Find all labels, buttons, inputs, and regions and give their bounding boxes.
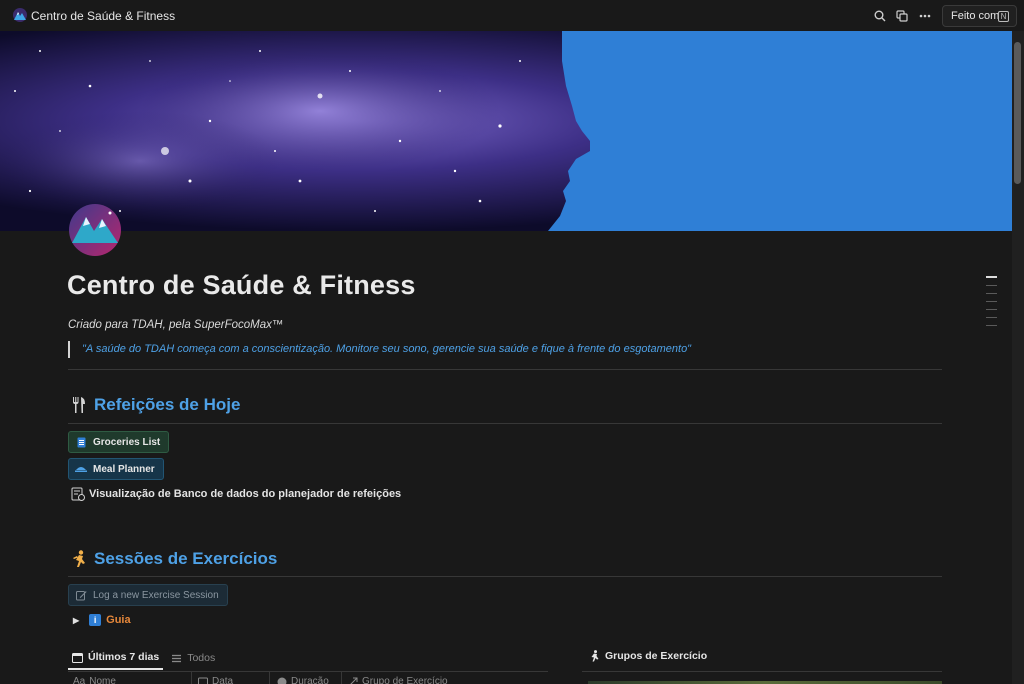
- column-label: Grupo de Exercício: [362, 676, 448, 684]
- exercise-groups-header[interactable]: Grupos de Exercício: [588, 650, 707, 662]
- table-of-contents-indicator[interactable]: [986, 276, 998, 333]
- meals-heading-text: Refeições de Hoje: [94, 395, 241, 414]
- clock-icon: [277, 677, 287, 684]
- tab-all[interactable]: Todos: [167, 646, 219, 670]
- list-icon: [75, 436, 87, 448]
- exercise-heading: Sessões de Exercícios: [70, 549, 277, 569]
- text-property-icon: Aa: [73, 676, 86, 684]
- column-header-name[interactable]: Aa Nome: [73, 676, 116, 684]
- info-icon: i: [89, 614, 102, 626]
- made-with-notion-button[interactable]: Feito com N: [942, 5, 1017, 27]
- fork-knife-icon: [70, 396, 88, 414]
- page-logo-icon: [69, 204, 121, 256]
- tabs-divider: [68, 671, 548, 672]
- column-label: Duração: [291, 676, 329, 684]
- cover-image: [0, 31, 1012, 231]
- logo-icon: [13, 8, 27, 22]
- column-header-exercise-group[interactable]: Grupo de Exercício: [348, 676, 448, 684]
- meal-planner-button[interactable]: Meal Planner: [68, 458, 164, 480]
- divider: [68, 576, 942, 577]
- tab-label: Últimos 7 dias: [88, 651, 160, 663]
- view-tabs: Últimos 7 dias Todos: [68, 646, 219, 670]
- database-view-icon: [71, 487, 85, 501]
- exercise-heading-text: Sessões de Exercícios: [94, 549, 278, 568]
- guide-toggle[interactable]: ▶ i Guia: [73, 614, 131, 626]
- scrollbar-thumb[interactable]: [1014, 42, 1021, 184]
- notion-icon: N: [998, 11, 1009, 22]
- calendar-icon: [72, 652, 83, 663]
- guide-label: Guia: [106, 614, 131, 626]
- made-with-label: Feito com: [951, 10, 1000, 22]
- log-exercise-label: Log a new Exercise Session: [93, 589, 219, 601]
- page-quote: "A saúde do TDAH começa com a conscienti…: [68, 341, 691, 358]
- divider: [68, 369, 942, 370]
- column-label: Nome: [89, 676, 116, 684]
- meal-planner-label: Meal Planner: [93, 463, 155, 475]
- dish-icon: [75, 463, 87, 475]
- relation-icon: [349, 677, 358, 684]
- groups-divider: [582, 671, 942, 672]
- column-label: Data: [212, 676, 234, 684]
- edit-icon: [75, 589, 87, 601]
- meal-planner-db-view-link[interactable]: Visualização de Banco de dados do planej…: [71, 487, 401, 501]
- search-icon[interactable]: [870, 6, 890, 26]
- runner-icon: [591, 650, 599, 662]
- groceries-list-button[interactable]: Groceries List: [68, 431, 170, 453]
- calendar-icon: [198, 677, 208, 684]
- duplicate-icon[interactable]: [892, 6, 912, 26]
- column-separator: [341, 672, 342, 684]
- page-subtitle: Criado para TDAH, pela SuperFocoMax™: [68, 319, 284, 331]
- log-exercise-button[interactable]: Log a new Exercise Session: [68, 584, 228, 606]
- list-icon: [172, 654, 182, 662]
- groceries-list-label: Groceries List: [93, 436, 161, 448]
- groups-label: Grupos de Exercício: [605, 650, 708, 662]
- runner-icon: [70, 550, 88, 568]
- window-title: Centro de Saúde & Fitness: [31, 9, 176, 23]
- tab-last-7-days[interactable]: Últimos 7 dias: [68, 646, 164, 670]
- toggle-arrow-icon[interactable]: ▶: [73, 616, 79, 625]
- meals-heading: Refeições de Hoje: [70, 395, 240, 415]
- column-separator: [191, 672, 192, 684]
- page-title: Centro de Saúde & Fitness: [67, 270, 416, 300]
- top-bar: Centro de Saúde & Fitness Feito com N: [0, 0, 1024, 31]
- column-header-duration[interactable]: Duração: [277, 676, 329, 684]
- column-header-date[interactable]: Data: [198, 676, 233, 684]
- tab-label: Todos: [187, 652, 216, 664]
- column-separator: [269, 672, 270, 684]
- divider: [68, 423, 942, 424]
- db-view-label: Visualização de Banco de dados do planej…: [89, 488, 402, 500]
- more-icon[interactable]: [915, 6, 935, 26]
